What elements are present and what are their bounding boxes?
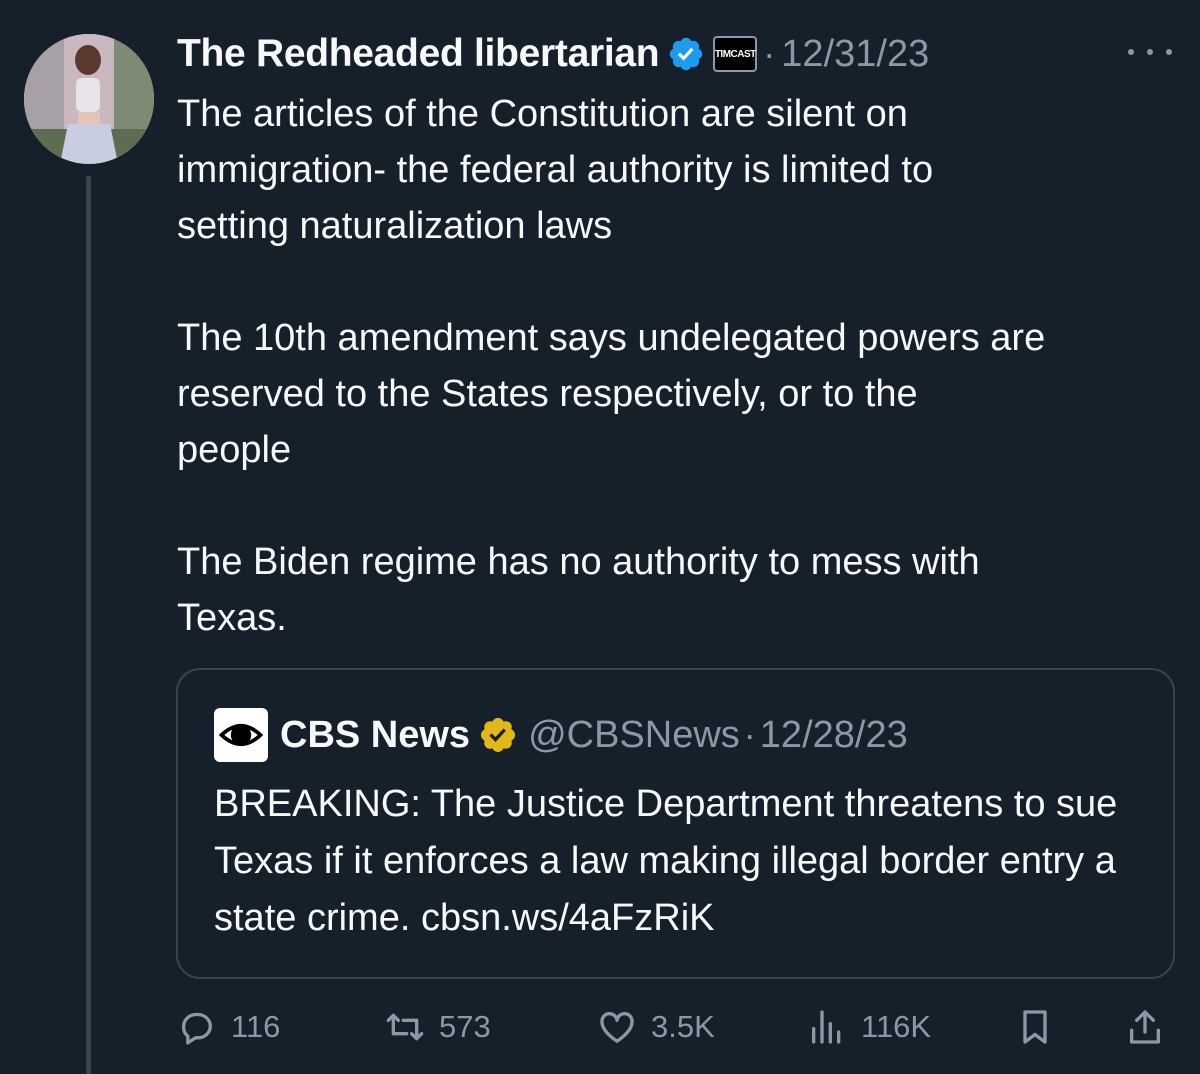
affiliation-badge[interactable]: TIMCAST <box>713 36 758 72</box>
bookmark-icon <box>1023 1010 1047 1044</box>
author-name[interactable]: The Redheaded libertarian <box>177 32 660 76</box>
tweet-header: The Redheaded libertarian TIMCAST · 12/3… <box>177 28 1160 80</box>
quote-header: CBS News @CBSNews · 12/28/23 <box>214 708 908 762</box>
thread-line <box>86 176 91 1074</box>
repost-count: 573 <box>439 1009 491 1044</box>
reply-button[interactable]: 116 <box>177 1002 280 1052</box>
reply-icon <box>181 1012 212 1045</box>
reply-count: 116 <box>231 1009 281 1044</box>
like-count: 3.5K <box>651 1009 715 1044</box>
views-icon <box>812 1010 841 1044</box>
action-bar: 116 573 3.5K 116K <box>177 1002 1177 1052</box>
like-button[interactable]: 3.5K <box>597 1002 715 1052</box>
quote-author-name[interactable]: CBS News <box>280 714 470 757</box>
tweet[interactable]: The Redheaded libertarian TIMCAST · 12/3… <box>0 0 1200 1074</box>
views-button[interactable]: 116K <box>807 1002 931 1052</box>
avatar[interactable] <box>24 34 154 164</box>
avatar-image <box>24 34 154 164</box>
quote-separator: · <box>743 714 756 755</box>
views-count: 116K <box>861 1009 932 1044</box>
tweet-text: The articles of the Constitution are sil… <box>177 93 1046 639</box>
quote-text: BREAKING: The Justice Department threate… <box>214 783 1118 939</box>
cbs-eye-logo[interactable] <box>214 708 268 762</box>
verified-gold-icon[interactable] <box>478 715 518 755</box>
repost-button[interactable]: 573 <box>385 1002 491 1052</box>
bookmark-button[interactable] <box>1015 1002 1055 1052</box>
verified-blue-icon[interactable] <box>667 35 705 73</box>
share-button[interactable] <box>1125 1002 1165 1052</box>
quote-author-handle[interactable]: @CBSNews <box>528 714 740 757</box>
quoted-tweet[interactable]: CBS News @CBSNews · 12/28/23 BREAKING: T… <box>176 668 1175 979</box>
repost-icon <box>386 1013 424 1041</box>
share-icon <box>1130 1010 1160 1044</box>
more-icon[interactable] <box>1128 40 1172 64</box>
like-icon <box>600 1011 634 1043</box>
tweet-date[interactable]: 12/31/23 <box>781 33 929 76</box>
header-separator: · <box>763 33 776 74</box>
quote-date[interactable]: 12/28/23 <box>760 714 908 757</box>
